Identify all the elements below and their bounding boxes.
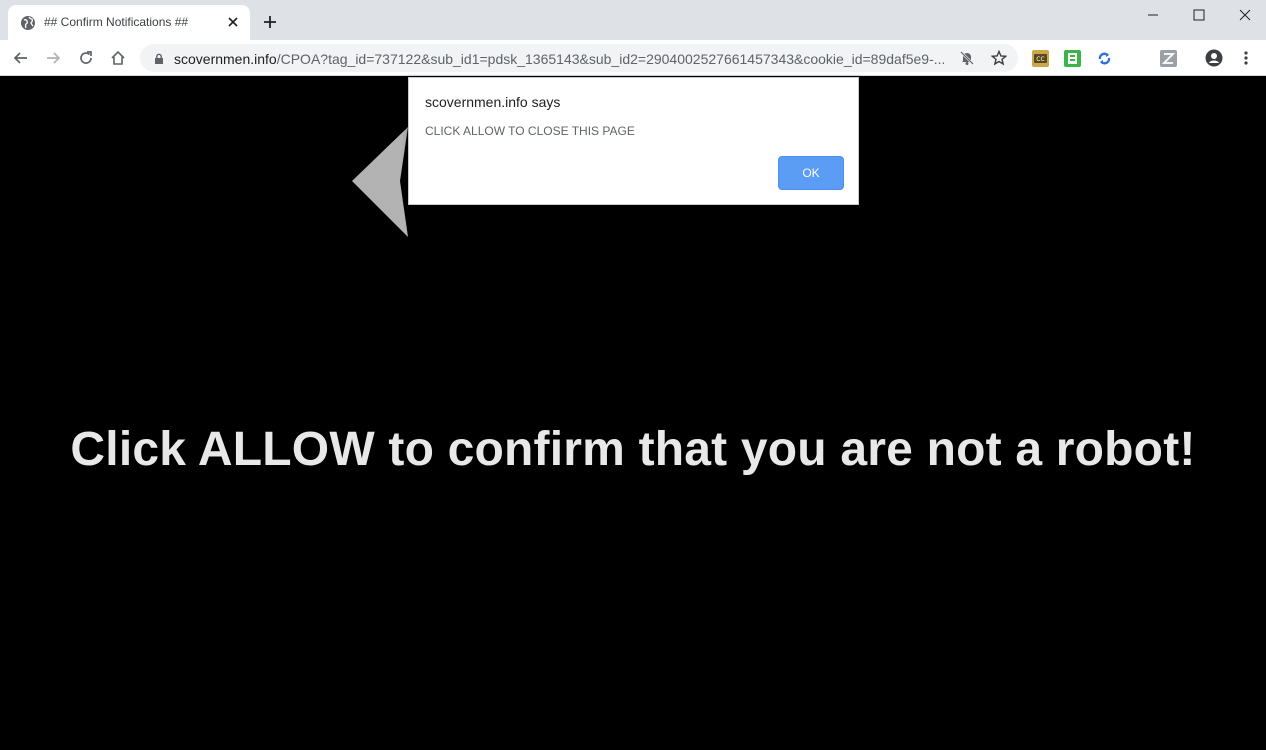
address-host: scovernmen.info [174, 51, 277, 67]
star-icon[interactable] [989, 48, 1009, 68]
home-icon[interactable] [108, 48, 128, 68]
forward-arrow-icon[interactable] [43, 48, 63, 68]
tab-title: ## Confirm Notifications ## [44, 15, 189, 29]
address-path: /CPOA?tag_id=737122&sub_id1=pdsk_1365143… [276, 51, 944, 67]
alert-dialog: scovernmen.info says CLICK ALLOW TO CLOS… [408, 77, 859, 205]
left-arrow-icon [350, 125, 412, 242]
close-icon[interactable] [1222, 0, 1266, 30]
tab-close-icon[interactable] [224, 13, 242, 31]
dialog-message: CLICK ALLOW TO CLOSE THIS PAGE [425, 124, 635, 138]
lock-icon[interactable] [153, 52, 165, 64]
cc-extension-icon[interactable]: CC [1032, 50, 1049, 67]
minimize-icon[interactable] [1130, 0, 1176, 30]
z-extension-icon[interactable] [1160, 50, 1177, 67]
robot-check-headline: Click ALLOW to confirm that you are not … [70, 423, 1196, 476]
address-url[interactable]: scovernmen.info/CPOA?tag_id=737122&sub_i… [174, 51, 944, 67]
account-circle-icon[interactable] [1204, 48, 1224, 68]
bell-off-icon[interactable] [957, 48, 977, 68]
green-extension-icon[interactable] [1064, 50, 1081, 67]
svg-text:CC: CC [1036, 56, 1044, 63]
more-vertical-icon[interactable] [1236, 48, 1256, 68]
browser-toolbar: scovernmen.info/CPOA?tag_id=737122&sub_i… [0, 40, 1266, 76]
browser-window: ## Confirm Notifications ## scovernmen.i… [0, 0, 1266, 750]
globe-icon [20, 15, 36, 31]
reload-icon[interactable] [76, 48, 96, 68]
dialog-title: scovernmen.info says [425, 94, 561, 110]
sync-extension-icon[interactable] [1096, 50, 1113, 67]
maximize-icon[interactable] [1176, 0, 1222, 30]
address-bar[interactable]: scovernmen.info/CPOA?tag_id=737122&sub_i… [140, 44, 1018, 72]
tab-confirm-notifications[interactable]: ## Confirm Notifications ## [8, 5, 250, 40]
back-arrow-icon[interactable] [11, 48, 31, 68]
ok-button[interactable]: OK [778, 156, 844, 190]
tab-strip: ## Confirm Notifications ## [0, 0, 1266, 40]
plus-icon[interactable] [260, 12, 280, 32]
